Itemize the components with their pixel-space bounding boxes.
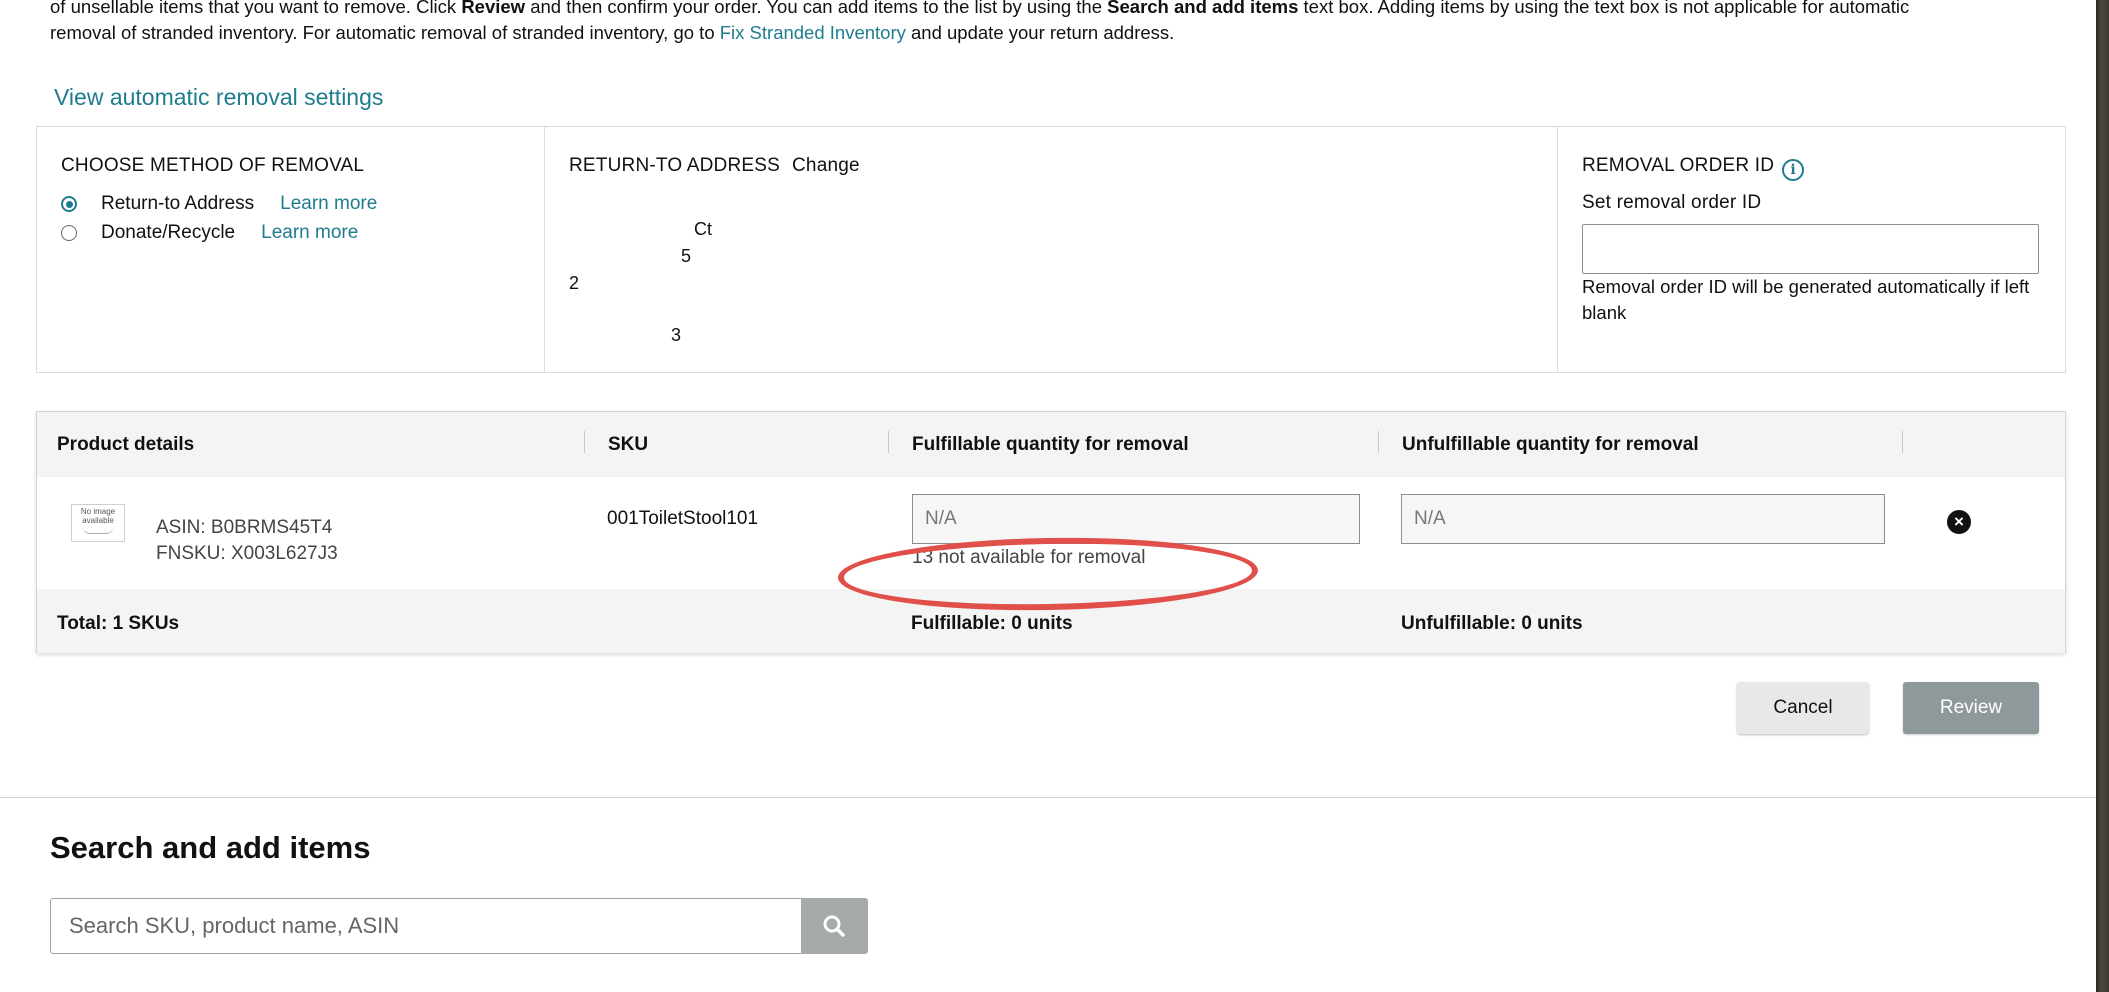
col-fulfillable: Fulfillable quantity for removal [912,434,1189,455]
search-input[interactable]: Search SKU, product name, ASIN [50,898,802,954]
fix-stranded-inventory-link[interactable]: Fix Stranded Inventory [720,22,906,43]
method-option-donate[interactable]: Donate/Recycle Learn more [61,222,358,244]
return-address-heading: RETURN-TO ADDRESS [569,155,781,176]
search-button[interactable] [801,898,868,954]
review-button[interactable]: Review [1903,682,2039,734]
unfulfillable-quantity-input[interactable]: N/A [1401,494,1885,544]
search-section-title: Search and add items [50,830,371,865]
removal-order-id-note: Removal order ID will be generated autom… [1582,276,2030,323]
table-header: Product details SKU Fulfillable quantity… [37,412,2065,478]
donate-learn-more-link[interactable]: Learn more [261,222,358,244]
product-image-placeholder: No image available [71,504,125,542]
removal-order-id-label: Set removal order ID [1582,192,1762,213]
address-line-1: Ct [694,219,712,239]
removal-method-section: CHOOSE METHOD OF REMOVAL Return-to Addre… [37,127,545,372]
info-icon[interactable]: i [1782,159,1805,181]
col-unfulfillable: Unfulfillable quantity for removal [1402,434,1699,455]
col-product-details: Product details [57,434,195,455]
product-asin: ASIN: B0BRMS45T4 [156,517,333,538]
return-option-label: Return-to Address [101,193,255,214]
col-sku: SKU [608,434,649,455]
col-divider [1902,431,1903,453]
fulfillable-quantity-input[interactable]: N/A [912,494,1360,544]
product-sku: 001ToiletStool101 [607,508,759,529]
address-line-2: 5 [681,246,692,266]
removal-order-id-input[interactable] [1582,224,2039,274]
product-fnsku: FNSKU: X003L627J3 [156,543,338,564]
cancel-button[interactable]: Cancel [1737,682,1869,734]
remove-item-icon[interactable]: × [1947,510,1971,534]
search-icon [823,915,845,937]
removal-items-table: Product details SKU Fulfillable quantity… [36,411,2066,653]
col-divider [584,431,585,453]
total-fulfillable: Fulfillable: 0 units [911,613,1073,634]
return-learn-more-link[interactable]: Learn more [280,193,377,215]
donate-radio[interactable] [61,225,77,241]
removal-settings-panel: CHOOSE METHOD OF REMOVAL Return-to Addre… [36,126,2066,373]
removal-order-id-section: REMOVAL ORDER ID i Set removal order ID R… [1558,127,2065,372]
total-skus: Total: 1 SKUs [57,613,180,634]
donate-option-label: Donate/Recycle [101,222,236,243]
address-line-3: 2 [569,273,580,293]
total-unfulfillable: Unfulfillable: 0 units [1401,613,1583,634]
col-divider [888,431,889,453]
removal-order-id-heading: REMOVAL ORDER ID i [1582,155,1805,181]
removal-method-heading: CHOOSE METHOD OF REMOVAL [61,155,365,176]
col-divider [1378,431,1379,453]
return-radio[interactable] [61,196,77,212]
section-divider [0,797,2109,798]
return-address-section: RETURN-TO ADDRESS Change Ct 5 2 3 [545,127,1558,372]
window-edge [2096,0,2109,992]
intro-text: of unsellable items that you want to rem… [50,0,1910,43]
address-line-4: 3 [671,325,682,345]
view-automatic-removal-settings-link[interactable]: View automatic removal settings [54,84,383,111]
change-address-link[interactable]: Change [792,155,860,177]
method-option-return[interactable]: Return-to Address Learn more [61,193,377,215]
